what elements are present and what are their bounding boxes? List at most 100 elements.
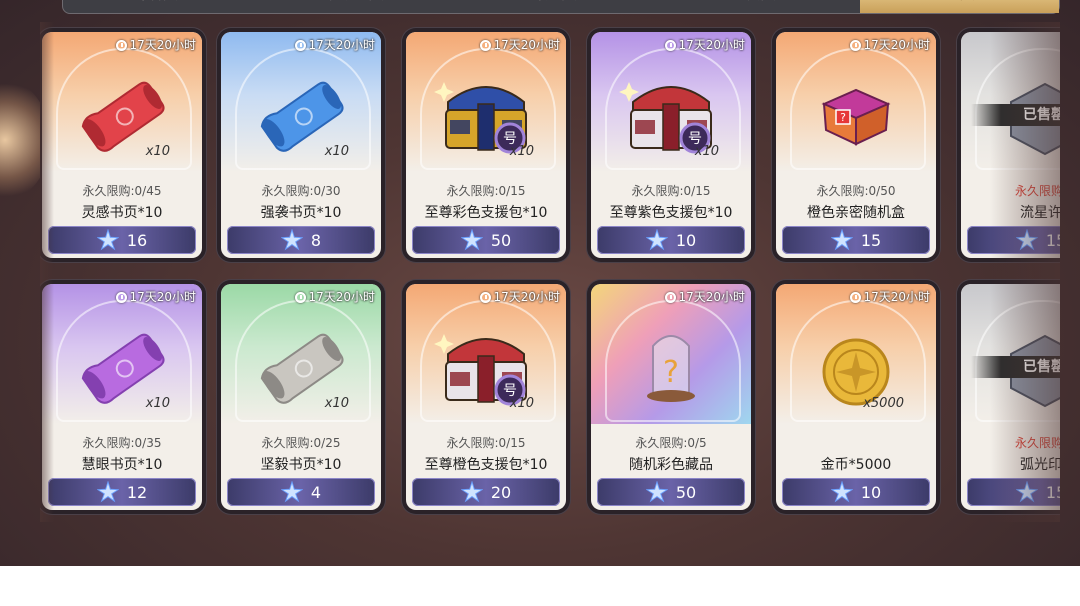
item-quantity: x10 [509, 396, 534, 411]
buy-button[interactable]: 15 [967, 478, 1060, 506]
timer: 17天20小时 [480, 37, 560, 53]
timer: 17天20小时 [665, 289, 745, 305]
price-value: 15 [1045, 482, 1060, 502]
buy-button[interactable]: 50 [597, 478, 745, 506]
shop-item-card[interactable]: 17 已售罄 永久限购: 流星许 15 [961, 32, 1060, 258]
timer-text: 17天20小时 [493, 290, 560, 304]
purchase-limit: 永久限购: [1014, 184, 1060, 198]
tab-redeem-shop[interactable]: 兑换码商店 [262, 0, 461, 13]
timer-text: 17天20小时 [129, 38, 196, 52]
timer: 17天20小时 [665, 37, 745, 53]
purple-chest-icon: 号 [591, 64, 751, 164]
purchase-limit: 永久限购:0/45 [82, 184, 162, 198]
svg-text:?: ? [663, 355, 679, 390]
price-value: 50 [675, 482, 697, 502]
shop-item-card[interactable]: 17天20小时 ? 永久限购:0/5 随机彩色藏品 50 [591, 284, 751, 510]
rainbow-chest-icon: 号 [406, 64, 566, 164]
shop-item-grid: 17天20小时 x10 永久限购:0/45 灵感书页*10 16 17天20小时… [40, 22, 1060, 522]
tab-babei-shop[interactable]: 巴贝商店 [661, 0, 860, 13]
item-quantity: x10 [324, 396, 349, 411]
item-name: 强袭书页*10 [260, 205, 342, 221]
shop-item-card[interactable]: 17天20小时 x10 永久限购:0/30 强袭书页*10 8 [221, 32, 381, 258]
item-name: 坚毅书页*10 [260, 457, 342, 473]
price-value: 15 [1045, 230, 1060, 250]
timer-text: 17天20小时 [678, 290, 745, 304]
timer-text: 17天20小时 [863, 38, 930, 52]
sold-out-banner: 已售罄 [971, 356, 1060, 378]
item-name: 金币*5000 [820, 457, 892, 473]
buy-button[interactable]: 16 [48, 226, 196, 254]
shop-item-card[interactable]: 17天20小时 x5000 金币*5000 10 [776, 284, 936, 510]
purchase-limit: 永久限购:0/15 [446, 436, 526, 450]
buy-button[interactable]: 10 [597, 226, 745, 254]
item-quantity: x10 [145, 144, 170, 159]
timer-text: 17天20小时 [129, 290, 196, 304]
item-name: 随机彩色藏品 [629, 457, 713, 473]
purchase-limit: 永久限购: [1014, 436, 1060, 450]
shop-screen: 荣誉商店 兑换码商店 联盟商店 巴贝商店 星奇商店 17天20小时 x10 永久… [0, 0, 1080, 566]
gold-coin-icon [776, 316, 936, 416]
shop-item-card[interactable]: 17天20小时 ? 永久限购:0/50 橙色亲密随机盒 15 [776, 32, 936, 258]
price-value: 4 [310, 482, 322, 502]
buy-button[interactable]: 4 [227, 478, 375, 506]
shop-item-card[interactable]: 17 已售罄 永久限购: 弧光印 15 [961, 284, 1060, 510]
purple-scroll-icon [42, 316, 202, 416]
shop-item-card[interactable]: 17天20小时 x10 永久限购:0/35 慧眼书页*10 12 [42, 284, 202, 510]
star-currency-icon [645, 229, 668, 251]
timer: 17天20小时 [850, 289, 930, 305]
purchase-limit: 永久限购:0/25 [261, 436, 341, 450]
blue-scroll-icon [221, 64, 381, 164]
buy-button[interactable]: 12 [48, 478, 196, 506]
price-value: 10 [860, 482, 882, 502]
timer-text: 17天20小时 [308, 38, 375, 52]
purchase-limit: 永久限购:0/15 [631, 184, 711, 198]
silver-scroll-icon [221, 316, 381, 416]
timer: 17天20小时 [480, 289, 560, 305]
item-name: 橙色亲密随机盒 [807, 205, 905, 221]
timer-text: 17天20小时 [493, 38, 560, 52]
star-currency-icon [460, 481, 483, 503]
item-name: 至尊彩色支援包*10 [424, 205, 548, 221]
timer: 17天20小时 [116, 289, 196, 305]
item-name: 至尊紫色支援包*10 [609, 205, 733, 221]
item-name: 慧眼书页*10 [81, 457, 163, 473]
star-currency-icon [96, 481, 119, 503]
item-name: 弧光印 [1020, 457, 1060, 473]
star-currency-icon [460, 229, 483, 251]
clock-icon [480, 291, 492, 303]
shop-item-card[interactable]: 17天20小时 x10 永久限购:0/45 灵感书页*10 16 [42, 32, 202, 258]
orange-chest-icon: 号 [406, 316, 566, 416]
shop-item-card[interactable]: 17天20小时 x10 永久限购:0/25 坚毅书页*10 4 [221, 284, 381, 510]
shop-item-card[interactable]: 17天20小时 号 x10 永久限购:0/15 至尊彩色支援包*10 50 [406, 32, 566, 258]
timer: 17天20小时 [295, 289, 375, 305]
tab-star-shop[interactable]: 星奇商店 [859, 0, 1060, 13]
buy-button[interactable]: 15 [967, 226, 1060, 254]
timer-text: 17天20小时 [863, 290, 930, 304]
buy-button[interactable]: 50 [412, 226, 560, 254]
price-value: 16 [126, 230, 148, 250]
star-currency-icon [96, 229, 119, 251]
shop-item-card[interactable]: 17天20小时 号 x10 永久限购:0/15 至尊紫色支援包*10 10 [591, 32, 751, 258]
buy-button[interactable]: 10 [782, 478, 930, 506]
purchase-limit: 永久限购:0/35 [82, 436, 162, 450]
price-value: 50 [490, 230, 512, 250]
tab-alliance-shop[interactable]: 联盟商店 [461, 0, 660, 13]
clock-icon [295, 39, 307, 51]
star-currency-icon [830, 229, 853, 251]
buy-button[interactable]: 15 [782, 226, 930, 254]
item-quantity: x10 [145, 396, 170, 411]
purchase-limit: 永久限购:0/50 [816, 184, 896, 198]
star-currency-icon [830, 481, 853, 503]
star-currency-icon [1015, 229, 1038, 251]
timer: 17天20小时 [116, 37, 196, 53]
price-value: 20 [490, 482, 512, 502]
item-quantity: x5000 [863, 396, 904, 411]
shop-item-card[interactable]: 17天20小时 号 x10 永久限购:0/15 至尊橙色支援包*10 20 [406, 284, 566, 510]
buy-button[interactable]: 8 [227, 226, 375, 254]
buy-button[interactable]: 20 [412, 478, 560, 506]
price-value: 10 [675, 230, 697, 250]
item-name: 灵感书页*10 [81, 205, 163, 221]
star-currency-icon [645, 481, 668, 503]
tab-honor-shop[interactable]: 荣誉商店 [63, 0, 262, 13]
svg-text:?: ? [840, 111, 846, 124]
